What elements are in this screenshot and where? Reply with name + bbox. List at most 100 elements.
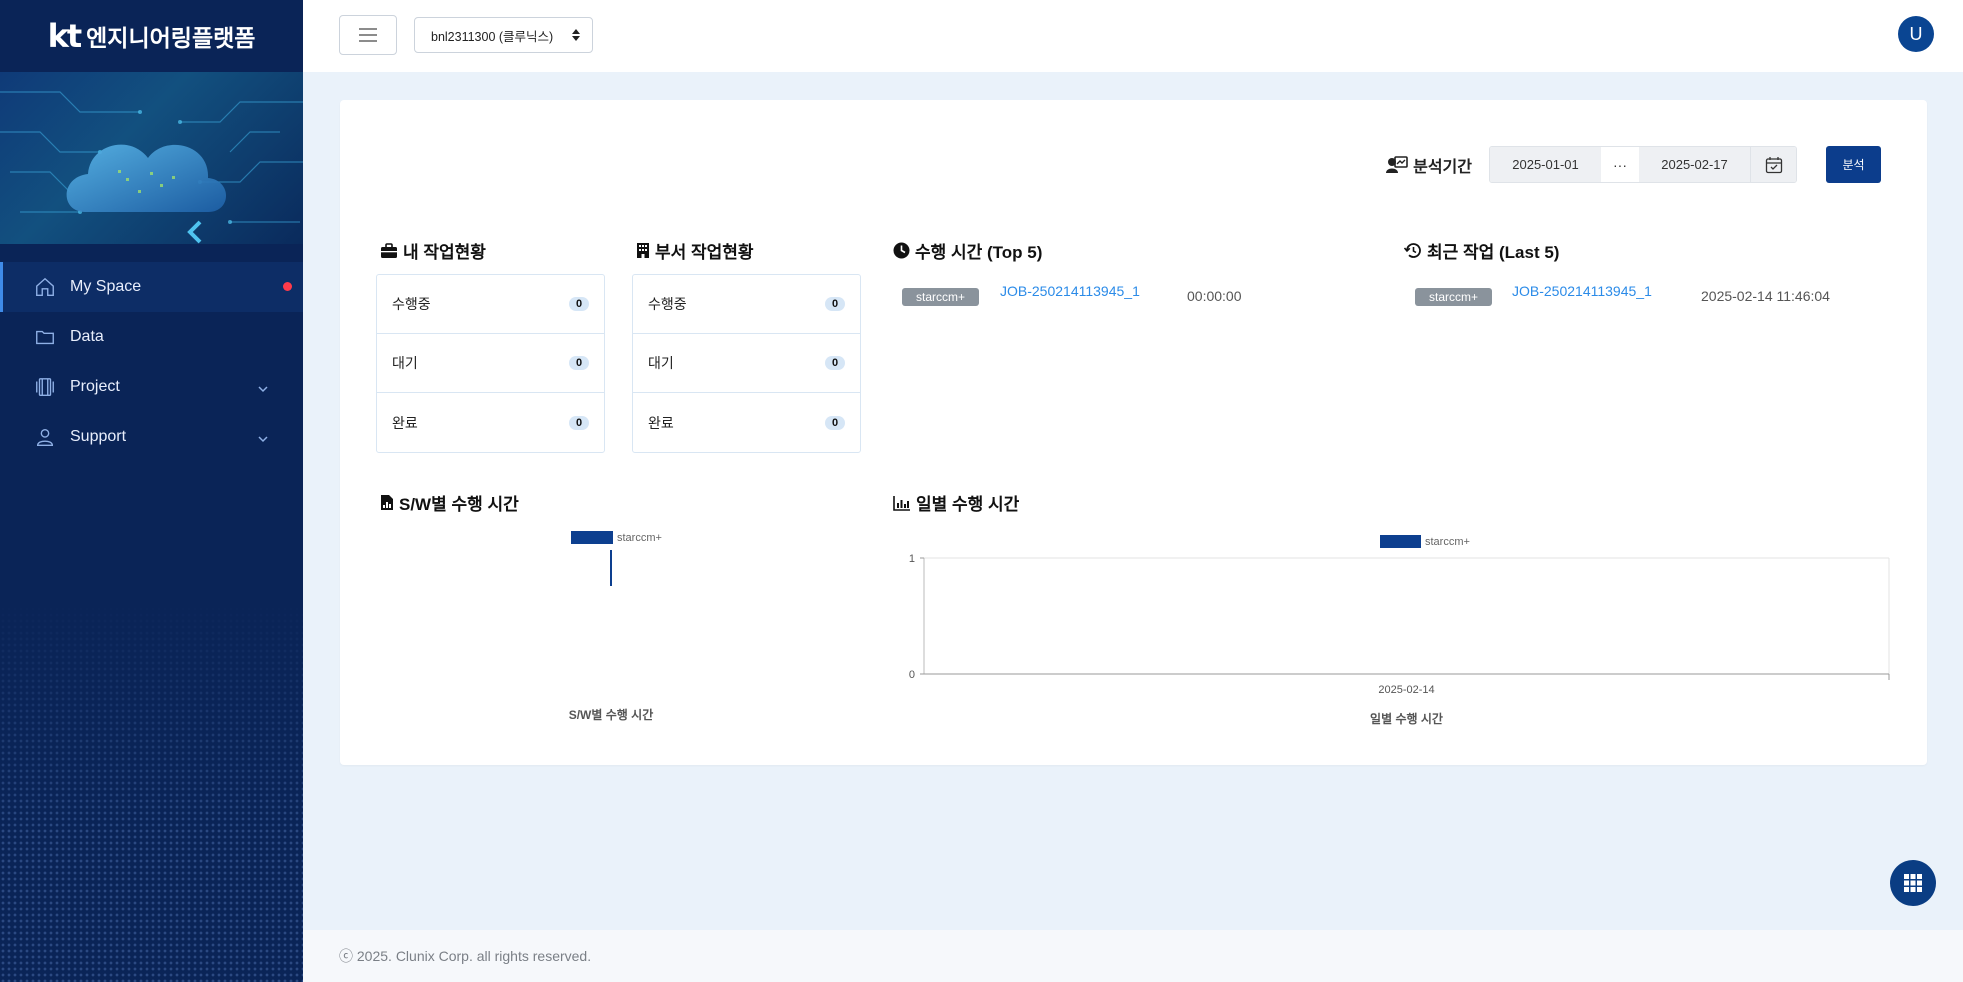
avatar[interactable]: U [1898,16,1934,52]
legend-label: starccm+ [617,532,662,544]
y-tick-label: 0 [909,669,915,681]
job-link[interactable]: JOB-250214113945_1 [1512,283,1652,299]
status-row-waiting[interactable]: 대기 0 [377,334,604,393]
sidebar-item-support[interactable]: Support [0,412,303,462]
status-label: 수행중 [648,296,687,312]
history-icon [1404,243,1421,258]
status-count-badge: 0 [825,415,845,430]
daily-chart-title-text: 일별 수행 시간 [916,495,1020,514]
copyright-text: ⓒ 2025. Clunix Corp. all rights reserved… [339,948,592,964]
project-icon [34,376,56,398]
y-tick-label: 1 [909,553,915,565]
hamburger-icon [359,28,377,42]
sidebar-dot-pattern [0,600,303,982]
my-status-title: 내 작업현황 [380,238,486,263]
calendar-icon [1765,156,1782,173]
file-chart-icon [381,495,393,510]
kt-logo: kt [47,17,83,55]
job-duration: 00:00:00 [1187,288,1242,304]
last5-job-link-row: JOB-250214113945_1 [1512,283,1652,299]
brand-name: 엔지니어링플랫폼 [86,26,256,52]
dept-status-title: 부서 작업현황 [636,238,754,263]
status-label: 대기 [648,355,674,371]
sw-tag: starccm+ [902,288,980,306]
status-label: 대기 [392,355,418,371]
clock-icon [893,242,910,259]
analysis-period-label: 분석기간 [1386,153,1472,177]
last5-title: 최근 작업 (Last 5) [1404,238,1559,263]
status-row-waiting[interactable]: 대기 0 [633,334,860,393]
sw-tag: starccm+ [1415,288,1493,306]
status-count-badge: 0 [825,297,845,311]
bar-chart-icon [893,495,910,511]
status-count-badge: 0 [569,297,589,311]
apps-menu-button[interactable] [1890,860,1936,906]
date-range-picker: 2025-01-01 ··· 2025-02-17 [1489,146,1797,183]
sidebar-item-label: Project [70,378,120,395]
sidebar: kt 엔지니어링플랫폼 My Space Data Project Suppor… [0,0,303,982]
my-status-title-text: 내 작업현황 [403,243,486,262]
x-axis-label: S/W별 수행 시간 [569,707,654,722]
chevron-down-icon [257,430,269,448]
status-label: 완료 [392,414,418,431]
top-bar: bnl2311300 (클루닉스) U [303,0,1963,72]
sidebar-hero-image [0,72,303,244]
organization-select[interactable]: bnl2311300 (클루닉스) [414,17,593,53]
dept-status-title-text: 부서 작업현황 [655,243,754,262]
notification-dot [283,282,292,291]
analyze-button[interactable]: 분석 [1826,146,1881,183]
chevron-down-icon [257,380,269,398]
my-status-box: 수행중 0 대기 0 완료 0 [376,274,605,453]
job-timestamp: 2025-02-14 11:46:04 [1701,288,1830,304]
status-count-badge: 0 [569,415,589,430]
sw-chart-title: S/W별 수행 시간 [380,490,519,515]
status-label: 완료 [648,414,674,431]
organization-select-value: bnl2311300 (클루닉스) [431,29,554,44]
status-row-running[interactable]: 수행중 0 [633,275,860,334]
sidebar-item-label: Data [70,328,104,345]
analysis-period-text: 분석기간 [1413,158,1472,176]
sidebar-item-data[interactable]: Data [0,312,303,362]
legend-swatch [1380,535,1421,548]
sw-chart: starccm+ S/W별 수행 시간 [569,531,662,722]
date-separator: ··· [1601,147,1639,182]
brand-logo[interactable]: kt 엔지니어링플랫폼 [0,0,303,72]
status-row-done[interactable]: 완료 0 [633,393,860,452]
sidebar-item-my-space[interactable]: My Space [0,262,303,312]
last5-job-row: starccm+ [1415,288,1493,306]
top5-title-text: 수행 시간 (Top 5) [915,243,1043,262]
select-arrows-icon [572,29,580,44]
briefcase-icon [381,242,397,258]
top5-title: 수행 시간 (Top 5) [893,238,1042,263]
status-count-badge: 0 [569,356,589,370]
status-count-badge: 0 [825,356,845,370]
end-date-input[interactable]: 2025-02-17 [1639,147,1750,182]
sidebar-item-project[interactable]: Project [0,362,303,412]
job-link[interactable]: JOB-250214113945_1 [1000,283,1140,299]
top5-job-time-row: 00:00:00 [1187,288,1242,304]
status-label: 수행중 [392,296,431,312]
menu-toggle-button[interactable] [339,15,397,55]
sw-chart-title-text: S/W별 수행 시간 [399,495,519,514]
period-icon [1386,155,1408,173]
folder-icon [34,326,56,348]
legend-swatch [571,531,613,544]
dept-status-box: 수행중 0 대기 0 완료 0 [632,274,861,453]
daily-chart-title: 일별 수행 시간 [893,490,1019,515]
status-row-done[interactable]: 완료 0 [377,393,604,452]
footer: ⓒ 2025. Clunix Corp. all rights reserved… [303,930,1963,982]
top5-job-link-row: JOB-250214113945_1 [1000,283,1140,299]
sidebar-item-label: Support [70,428,127,445]
user-icon [34,426,56,448]
building-icon [637,243,649,258]
home-icon [34,276,56,298]
legend-label: starccm+ [1425,536,1470,548]
last5-title-text: 최근 작업 (Last 5) [1427,243,1560,262]
calendar-button[interactable] [1750,147,1796,182]
status-row-running[interactable]: 수행중 0 [377,275,604,334]
start-date-input[interactable]: 2025-01-01 [1490,147,1601,182]
dashboard-card: 분석기간 2025-01-01 ··· 2025-02-17 분석 내 작업현황… [340,100,1927,765]
analysis-period: 분석기간 2025-01-01 ··· 2025-02-17 분석 [1386,146,1881,183]
x-axis-label: 일별 수행 시간 [1370,711,1443,725]
grid-icon [1904,874,1922,892]
